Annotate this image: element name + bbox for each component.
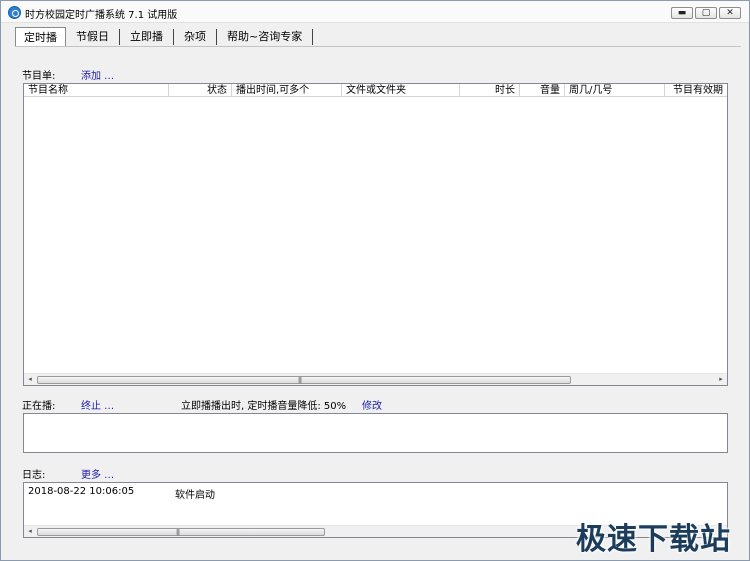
column-header-file[interactable]: 文件或文件夹 [342, 84, 460, 97]
program-table-header: 节目名称 状态 播出时间,可多个 文件或文件夹 时长 音量 周几/几号 节目有效… [24, 84, 727, 97]
log-label: 日志: [22, 470, 46, 481]
main-window: 时方校园定时广播系统 7.1 试用版 ▬ ▢ ✕ 定时播 节假日 立即播 杂项 … [0, 0, 750, 561]
column-header-volume[interactable]: 音量 [520, 84, 565, 97]
edit-volume-link[interactable]: 修改 [362, 397, 382, 412]
scrollbar-thumb[interactable]: ||| [37, 376, 571, 384]
column-header-validity[interactable]: 节目有效期 [665, 84, 727, 97]
column-header-weekday[interactable]: 周几/几号 [565, 84, 665, 97]
column-header-airtime[interactable]: 播出时间,可多个 [232, 84, 342, 97]
scrollbar-grip-icon: ||| [298, 377, 302, 384]
volume-duck-note: 立即播播出时, 定时播音量降低: 50% [181, 401, 347, 412]
title-bar: 时方校园定时广播系统 7.1 试用版 ▬ ▢ ✕ [1, 1, 749, 23]
tab-misc[interactable]: 杂项 [174, 29, 217, 45]
scroll-left-arrow-icon[interactable]: ◂ [24, 374, 36, 385]
tab-bar: 定时播 节假日 立即播 杂项 帮助~咨询专家 [15, 27, 314, 47]
program-list-label: 节目单: [22, 71, 56, 82]
tab-panel-border [15, 46, 741, 47]
close-button[interactable]: ✕ [719, 7, 741, 19]
program-table-hscrollbar[interactable]: ◂ ||| ▸ [24, 373, 727, 385]
add-program-link[interactable]: 添加 … [81, 67, 114, 82]
program-table[interactable]: 节目名称 状态 播出时间,可多个 文件或文件夹 时长 音量 周几/几号 节目有效… [23, 83, 728, 386]
app-icon [8, 6, 21, 19]
minimize-button[interactable]: ▬ [671, 7, 693, 19]
tab-holidays[interactable]: 节假日 [66, 29, 120, 45]
scroll-right-arrow-icon[interactable]: ▸ [715, 374, 727, 385]
tab-help[interactable]: 帮助~咨询专家 [217, 29, 314, 45]
column-header-status[interactable]: 状态 [169, 84, 232, 97]
log-entry-message: 软件启动 [175, 490, 215, 501]
column-header-duration[interactable]: 时长 [460, 84, 520, 97]
log-entry-time: 2018-08-22 10:06:05 [28, 486, 135, 497]
more-log-link[interactable]: 更多 … [81, 466, 114, 481]
column-header-name[interactable]: 节目名称 [24, 84, 169, 97]
window-title: 时方校园定时广播系统 7.1 试用版 [25, 10, 178, 21]
window-controls: ▬ ▢ ✕ [671, 7, 741, 19]
now-playing-list[interactable] [23, 413, 728, 453]
now-playing-label: 正在播: [22, 401, 56, 412]
maximize-button[interactable]: ▢ [695, 7, 717, 19]
scroll-left-arrow-icon[interactable]: ◂ [24, 526, 36, 537]
tab-scheduled[interactable]: 定时播 [15, 27, 66, 47]
stop-playing-link[interactable]: 终止 … [81, 397, 114, 412]
watermark-logo: 极速下载站 [576, 522, 731, 557]
tab-instant[interactable]: 立即播 [120, 29, 174, 45]
scrollbar-thumb[interactable]: ||| [37, 528, 325, 536]
scrollbar-grip-icon: ||| [176, 529, 180, 536]
